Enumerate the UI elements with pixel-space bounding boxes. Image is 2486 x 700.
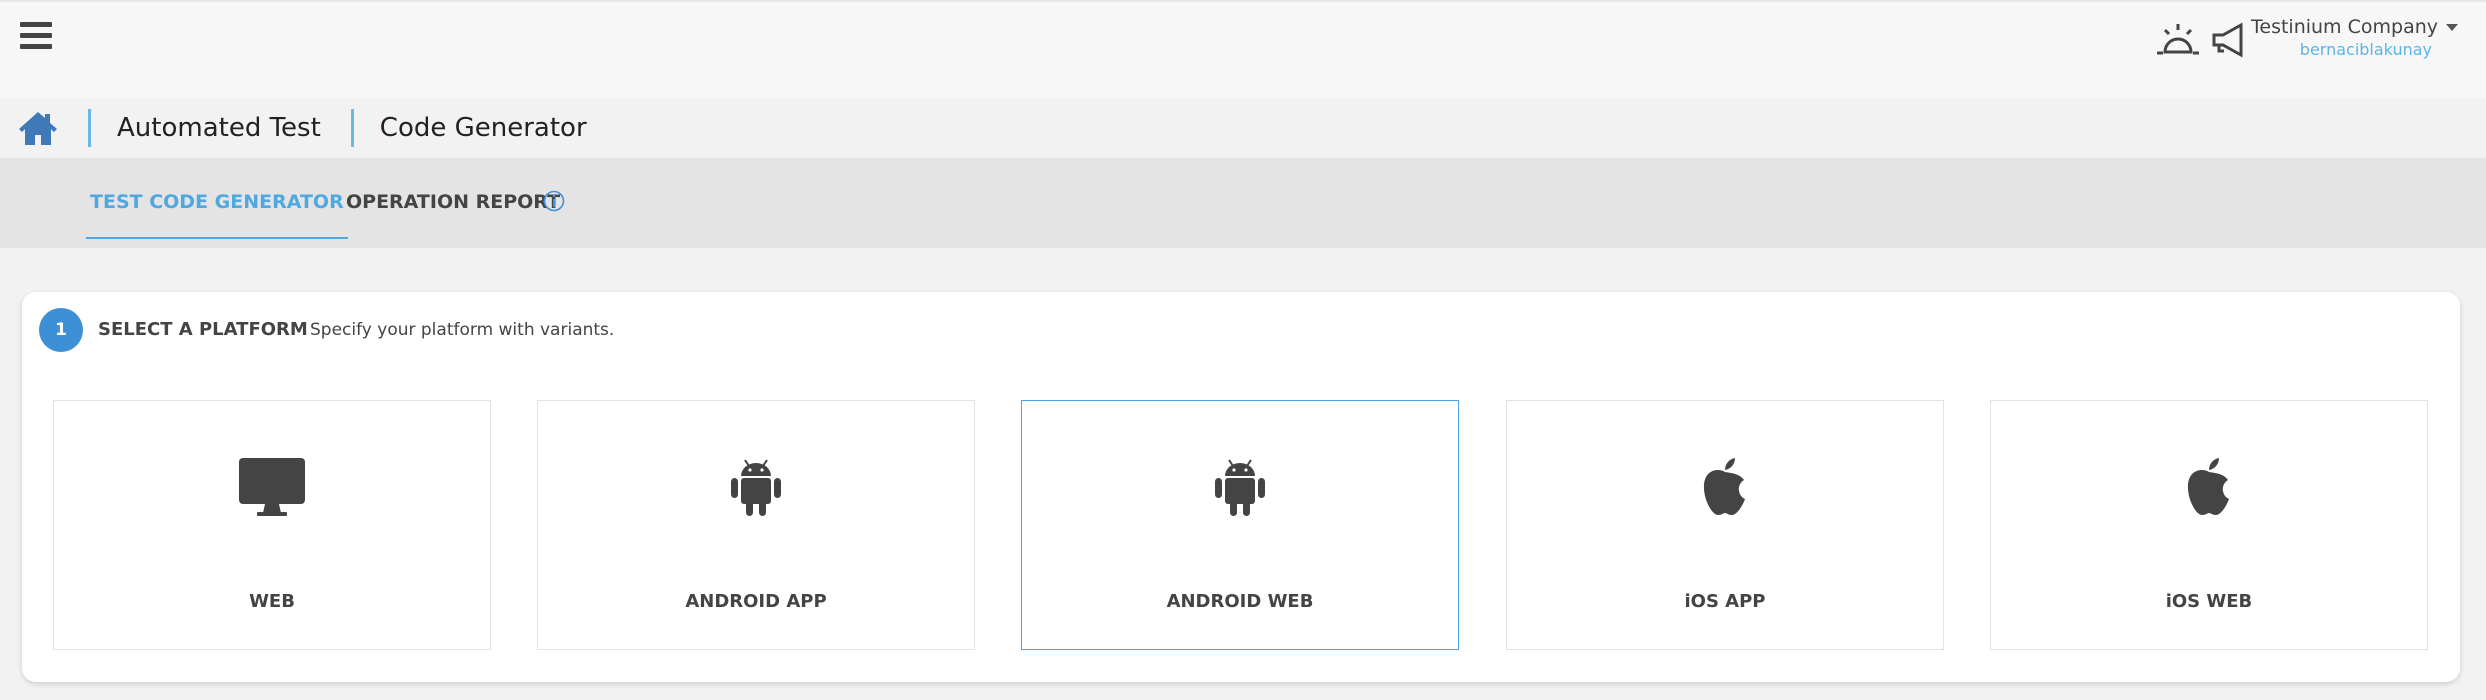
caret-down-icon (2446, 24, 2458, 31)
breadcrumb-divider (88, 108, 91, 147)
platform-label: ANDROID APP (685, 591, 827, 612)
alarm-light-icon[interactable] (2155, 22, 2201, 58)
info-icon[interactable] (543, 190, 565, 212)
step-number-badge: 1 (39, 308, 83, 352)
breadcrumb: Automated Test Code Generator (0, 97, 2486, 158)
platform-web[interactable]: WEB (53, 400, 491, 650)
platform-ios-app[interactable]: iOS APP (1506, 400, 1944, 650)
company-name: Testinium Company (2251, 16, 2438, 38)
apple-icon (1703, 458, 1745, 515)
platform-label: ANDROID WEB (1166, 591, 1314, 612)
user-menu[interactable]: Testinium Company bernaciblakunay (2251, 16, 2458, 59)
platform-card: 1 SELECT A PLATFORM Specify your platfor… (22, 292, 2460, 682)
menu-icon[interactable] (20, 22, 52, 50)
step-title: SELECT A PLATFORM (98, 319, 308, 340)
platform-android-app[interactable]: ANDROID APP (537, 400, 975, 650)
apple-icon (2187, 458, 2229, 515)
tab-bar: TEST CODE GENERATOR OPERATION REPORT (0, 158, 2486, 248)
top-bar: Testinium Company bernaciblakunay (0, 0, 2486, 97)
platform-ios-web[interactable]: iOS WEB (1990, 400, 2428, 650)
tab-label: OPERATION REPORT (346, 191, 561, 213)
platform-label: iOS WEB (2165, 591, 2253, 612)
megaphone-icon[interactable] (2211, 22, 2245, 58)
username: bernaciblakunay (2299, 40, 2432, 59)
platform-label: WEB (249, 591, 295, 612)
breadcrumb-code-generator: Code Generator (379, 112, 587, 143)
home-icon[interactable] (18, 110, 58, 146)
tab-test-code-generator[interactable]: TEST CODE GENERATOR (86, 158, 348, 239)
platform-android-web[interactable]: ANDROID WEB (1021, 400, 1459, 650)
platform-label: iOS APP (1684, 591, 1766, 612)
android-icon (731, 459, 781, 516)
step-description: Specify your platform with variants. (310, 320, 615, 340)
tab-operation-report[interactable]: OPERATION REPORT (346, 158, 560, 239)
android-icon (1215, 459, 1265, 516)
monitor-icon (239, 458, 305, 516)
breadcrumb-divider (350, 108, 354, 147)
breadcrumb-automated-test[interactable]: Automated Test (117, 113, 321, 143)
